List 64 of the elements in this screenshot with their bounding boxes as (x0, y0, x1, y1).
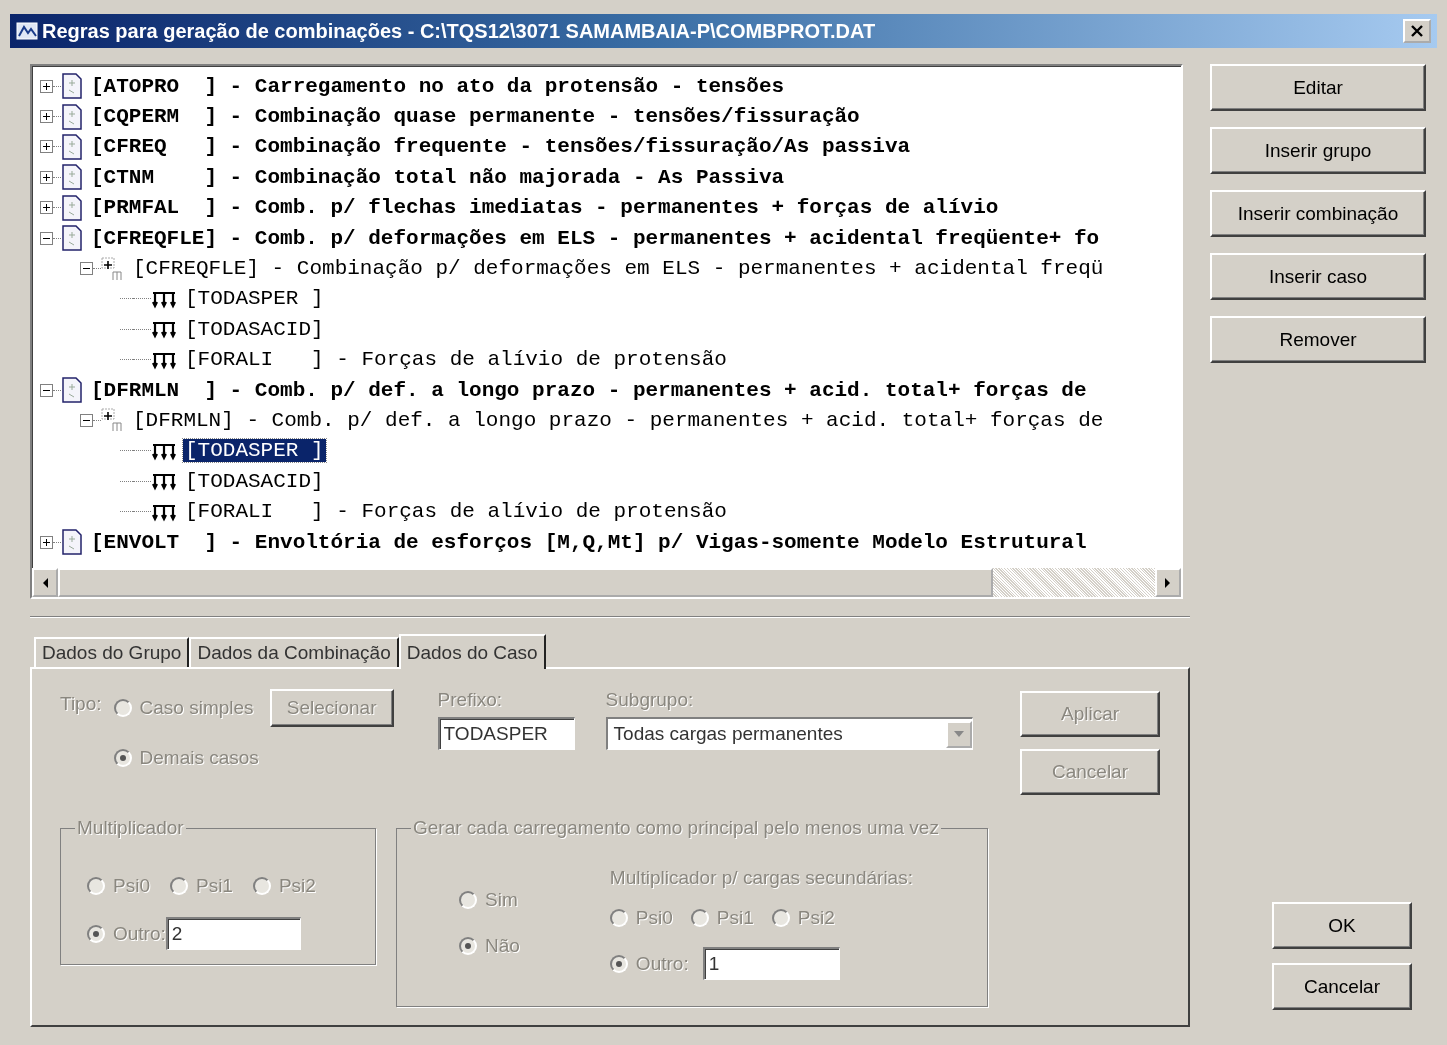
close-icon (1410, 25, 1424, 37)
collapse-icon[interactable] (40, 383, 53, 397)
tree-item[interactable]: [CFREQ ] - Combinação frequente - tensões/fissuração/As passiva (89, 135, 913, 159)
tree-item[interactable]: [CFREQFLE] - Comb. p/ deformações em ELS - permanentes + acidental freqüente+ fo (89, 226, 1102, 250)
app-logo-icon (16, 21, 38, 41)
tree-item[interactable]: [PRMFAL ] - Comb. p/ flechas imediatas - permanentes + forças de alívio (89, 196, 1001, 220)
tab[interactable]: Dados do Caso (398, 634, 546, 669)
tree-item[interactable]: [TODASACID] (183, 469, 326, 493)
load-case-icon (151, 319, 177, 340)
load-case-icon (151, 471, 177, 492)
tab[interactable]: Dados da Combinação (189, 637, 399, 667)
tree-item[interactable]: [TODASPER ] (183, 439, 326, 463)
document-icon (61, 133, 83, 160)
subgroup-label: Subgrupo: (605, 689, 695, 711)
document-icon (61, 73, 83, 100)
expand-icon[interactable] (40, 535, 53, 549)
scroll-left-button[interactable] (32, 568, 58, 597)
tree-item[interactable]: [FORALI ] - Forças de alívio de protensão (183, 348, 729, 372)
tree-item[interactable]: [CFREQFLE] - Combinação p/ deformações em ELS - permanentes + acidental freqü (131, 257, 1106, 281)
dialog-button[interactable]: OK (1272, 902, 1412, 949)
side-button[interactable]: Inserir caso (1210, 253, 1426, 300)
collapse-icon[interactable] (40, 231, 53, 245)
tree-item[interactable]: [TODASACID] (183, 317, 326, 341)
collapse-icon[interactable] (80, 414, 93, 427)
tree-item[interactable]: [ENVOLT ] - Envoltória de esforços [M,Q,Mt] p/ Vigas-somente Modelo Estrutural (89, 530, 1089, 554)
tree-item[interactable]: [FORALI ] - Forças de alívio de protensão (183, 500, 729, 524)
tree-item[interactable]: [CQPERM ] - Combinação quase permanente - tensões/fissuração (89, 105, 862, 129)
secondary-multiplier-label: Multiplicador p/ cargas secundárias: (609, 867, 913, 889)
window-title: Regras para geração de combinações - C:\TQS12\3071 SAMAMBAIA-P\COMBPROT.DAT (42, 19, 877, 43)
expand-icon[interactable] (40, 140, 53, 154)
expand-icon[interactable] (40, 110, 53, 124)
document-icon (61, 529, 83, 556)
tree-item[interactable]: [TODASPER ] (183, 287, 326, 311)
document-icon (61, 164, 83, 191)
prefix-label: Prefixo: (437, 689, 503, 711)
dialog-button[interactable]: Cancelar (1272, 963, 1412, 1010)
expand-icon[interactable] (40, 170, 53, 184)
tree-item[interactable]: [DFRMLN] - Comb. p/ def. a longo prazo - permanentes + acid. total+ forças de (131, 409, 1106, 432)
document-icon (61, 103, 83, 130)
left-arrow-icon (42, 577, 48, 588)
tree-item[interactable]: [CTNM ] - Combinação total não majorada - As Passiva (89, 165, 787, 189)
star-node-icon (101, 408, 125, 433)
group-title: Multiplicador (76, 817, 185, 839)
scroll-right-button[interactable] (1155, 568, 1181, 597)
tab[interactable]: Dados do Grupo (34, 637, 190, 667)
collapse-icon[interactable] (80, 262, 93, 276)
right-arrow-icon (1165, 577, 1171, 588)
document-icon (61, 377, 83, 404)
side-button[interactable]: Inserir combinação (1210, 190, 1426, 237)
side-button[interactable]: Remover (1210, 316, 1426, 363)
horizontal-scrollbar[interactable] (32, 568, 1181, 597)
type-label: Tipo: (60, 692, 102, 716)
scroll-thumb[interactable] (58, 568, 993, 597)
side-button[interactable]: Editar (1210, 64, 1426, 111)
expand-icon[interactable] (40, 79, 53, 93)
document-icon (61, 225, 83, 252)
close-button[interactable] (1403, 19, 1431, 43)
dropdown-arrow-icon (953, 731, 964, 737)
document-icon (61, 194, 83, 221)
side-button[interactable]: Inserir grupo (1210, 127, 1426, 174)
tree-item[interactable]: [DFRMLN ] - Comb. p/ def. a longo prazo - permanentes + acid. total+ forças de (89, 378, 1089, 402)
expand-icon[interactable] (40, 201, 53, 215)
tree-item[interactable]: [ATOPRO ] - Carregamento no ato da protensão - tensões (89, 74, 787, 98)
group-title: Gerar cada carregamento como principal pelo menos uma vez (412, 817, 940, 839)
